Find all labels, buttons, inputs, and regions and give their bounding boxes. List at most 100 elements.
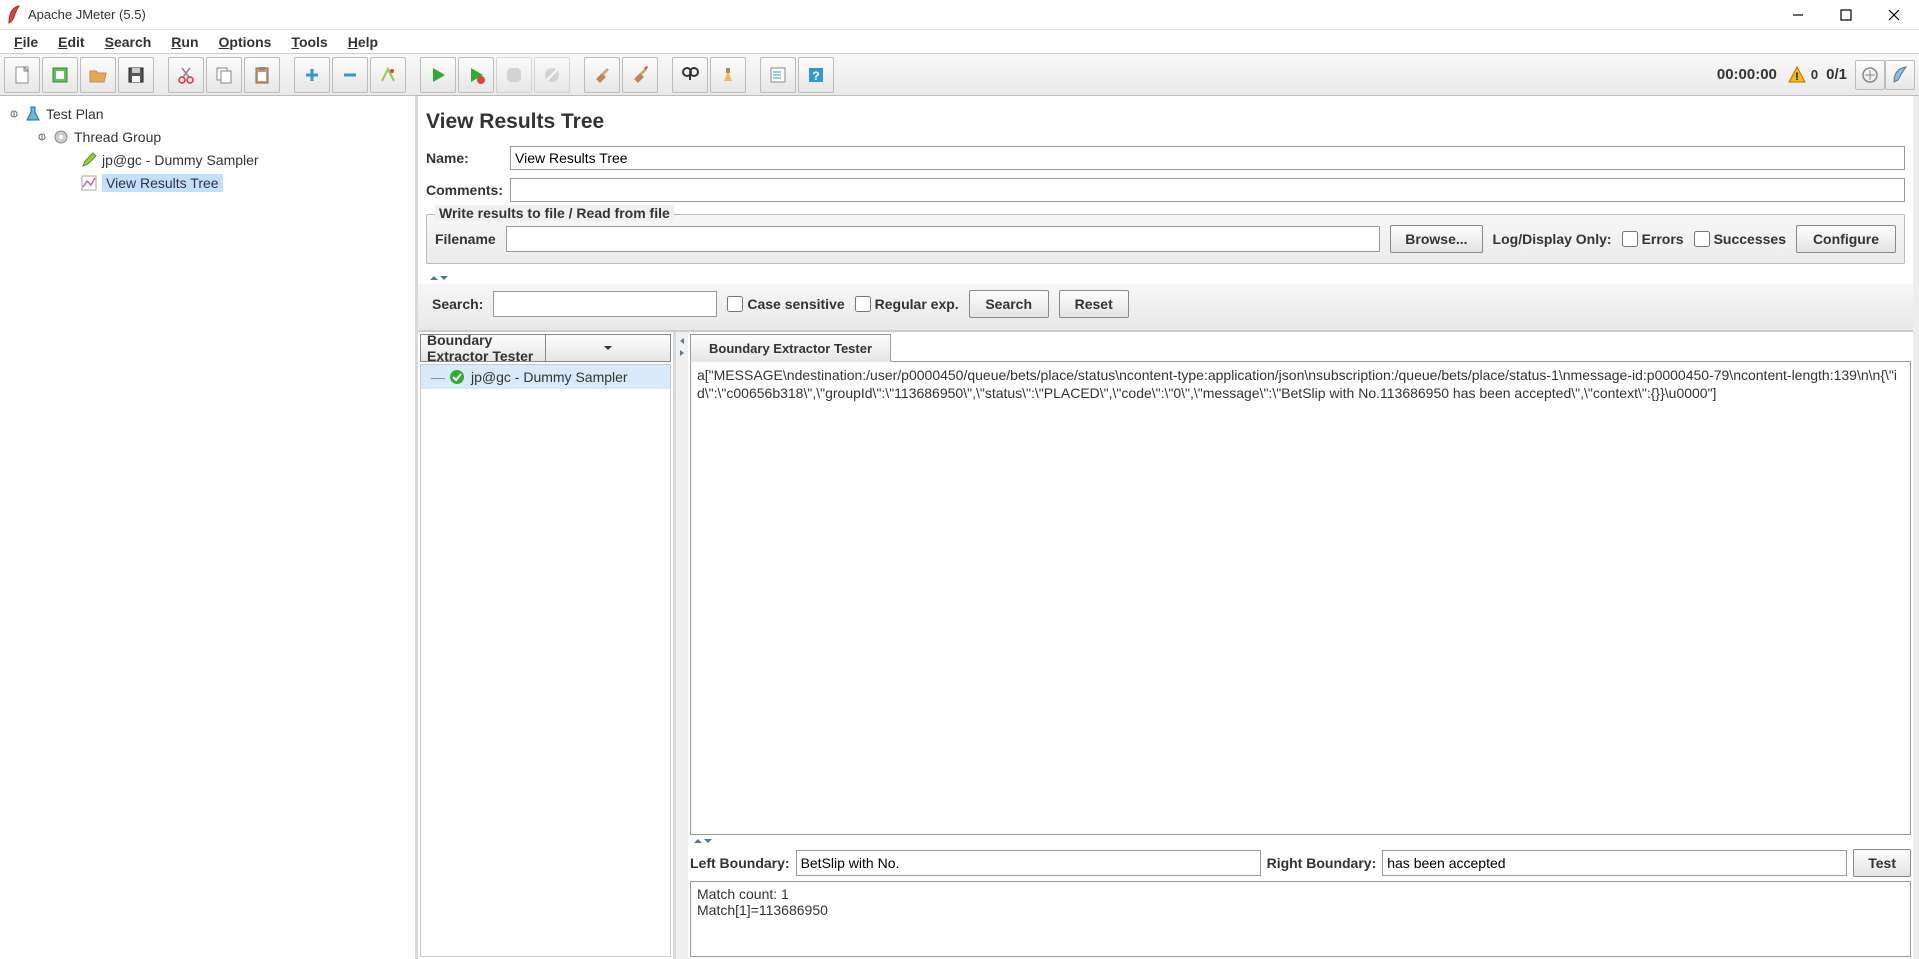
tree-toggle-icon[interactable] bbox=[36, 131, 48, 143]
success-icon bbox=[449, 369, 465, 385]
templates-button[interactable] bbox=[42, 57, 78, 93]
tree-view-results[interactable]: View Results Tree bbox=[4, 171, 411, 194]
tree-test-plan[interactable]: Test Plan bbox=[4, 102, 411, 125]
results-tree[interactable]: — jp@gc - Dummy Sampler bbox=[420, 364, 671, 957]
pencil-icon bbox=[80, 151, 98, 169]
right-panel: View Results Tree Name: Comments: Write … bbox=[418, 96, 1919, 959]
tree-label: Thread Group bbox=[74, 129, 161, 145]
renderer-combo[interactable]: Boundary Extractor Tester bbox=[420, 334, 671, 362]
window-buttons bbox=[1783, 5, 1909, 25]
match-output[interactable]: Match count: 1 Match[1]=113686950 bbox=[690, 881, 1911, 957]
menu-help[interactable]: Help bbox=[338, 32, 388, 52]
fieldset-legend: Write results to file / Read from file bbox=[435, 205, 674, 221]
paste-button[interactable] bbox=[244, 57, 280, 93]
app-icon bbox=[6, 5, 22, 25]
response-body[interactable]: a["MESSAGE\ndestination:/user/p0000450/q… bbox=[690, 361, 1911, 835]
warning-indicator[interactable]: ! 0 bbox=[1787, 65, 1818, 85]
reset-search-button[interactable] bbox=[710, 57, 746, 93]
collapse-arrows-2[interactable] bbox=[688, 835, 1913, 847]
elapsed-time: 00:00:00 bbox=[1717, 66, 1777, 83]
menu-file[interactable]: File bbox=[4, 32, 48, 52]
open-button[interactable] bbox=[80, 57, 116, 93]
window-title: Apache JMeter (5.5) bbox=[28, 7, 1783, 22]
mid-splitter[interactable] bbox=[676, 332, 688, 959]
expand-button[interactable] bbox=[294, 57, 330, 93]
results-left: Boundary Extractor Tester — jp@gc - Dumm… bbox=[418, 332, 676, 959]
reset-button[interactable]: Reset bbox=[1059, 290, 1129, 318]
toggle-button[interactable] bbox=[370, 57, 406, 93]
tree-thread-group[interactable]: Thread Group bbox=[4, 125, 411, 148]
result-label: jp@gc - Dummy Sampler bbox=[471, 369, 628, 385]
titlebar: Apache JMeter (5.5) bbox=[0, 0, 1919, 30]
new-button[interactable] bbox=[4, 57, 40, 93]
case-checkbox[interactable]: Case sensitive bbox=[727, 296, 844, 312]
jmeter-icon-button[interactable] bbox=[1885, 60, 1915, 90]
menu-tools[interactable]: Tools bbox=[281, 32, 337, 52]
tree-dummy-sampler[interactable]: jp@gc - Dummy Sampler bbox=[4, 148, 411, 171]
renderer-value: Boundary Extractor Tester bbox=[421, 332, 545, 364]
shutdown-button[interactable] bbox=[534, 57, 570, 93]
menubar: File Edit Search Run Options Tools Help bbox=[0, 30, 1919, 54]
clear-all-button[interactable] bbox=[622, 57, 658, 93]
search-label: Search: bbox=[432, 296, 483, 312]
stop-button[interactable] bbox=[496, 57, 532, 93]
browse-button[interactable]: Browse... bbox=[1390, 225, 1482, 253]
minimize-button[interactable] bbox=[1783, 5, 1813, 25]
toolbar: ? 00:00:00 ! 0 0/1 bbox=[0, 54, 1919, 96]
results-split: Boundary Extractor Tester — jp@gc - Dumm… bbox=[418, 331, 1913, 959]
search-tb-button[interactable] bbox=[672, 57, 708, 93]
chevron-down-icon bbox=[545, 335, 670, 361]
left-boundary-input[interactable] bbox=[796, 850, 1261, 876]
warning-icon: ! bbox=[1787, 65, 1807, 85]
cut-button[interactable] bbox=[168, 57, 204, 93]
search-button[interactable]: Search bbox=[969, 290, 1049, 318]
thread-count: 0/1 bbox=[1826, 66, 1847, 83]
comments-input[interactable] bbox=[510, 178, 1905, 202]
collapse-arrows[interactable] bbox=[418, 272, 1913, 284]
tree-label: View Results Tree bbox=[102, 174, 223, 192]
function-helper-button[interactable] bbox=[760, 57, 796, 93]
configure-button[interactable]: Configure bbox=[1796, 225, 1896, 253]
expand-tree-button[interactable] bbox=[1855, 60, 1885, 90]
regex-checkbox[interactable]: Regular exp. bbox=[855, 296, 959, 312]
tree-panel: Test Plan Thread Group jp@gc - Dummy Sam… bbox=[0, 96, 418, 959]
name-input[interactable] bbox=[510, 146, 1905, 170]
clear-button[interactable] bbox=[584, 57, 620, 93]
name-label: Name: bbox=[426, 150, 510, 166]
tree-label: jp@gc - Dummy Sampler bbox=[102, 152, 259, 168]
collapse-button[interactable] bbox=[332, 57, 368, 93]
search-row: Search: Case sensitive Regular exp. Sear… bbox=[418, 284, 1913, 331]
boundary-row: Left Boundary: Right Boundary: Test bbox=[690, 849, 1911, 877]
test-button[interactable]: Test bbox=[1853, 849, 1911, 877]
filename-input[interactable] bbox=[506, 226, 1381, 252]
menu-run[interactable]: Run bbox=[161, 32, 208, 52]
results-right: Boundary Extractor Tester a["MESSAGE\nde… bbox=[688, 332, 1913, 959]
save-button[interactable] bbox=[118, 57, 154, 93]
maximize-button[interactable] bbox=[1831, 5, 1861, 25]
right-boundary-input[interactable] bbox=[1382, 850, 1847, 876]
close-button[interactable] bbox=[1879, 5, 1909, 25]
logdisplay-label: Log/Display Only: bbox=[1493, 231, 1612, 247]
tree-label: Test Plan bbox=[46, 106, 104, 122]
copy-button[interactable] bbox=[206, 57, 242, 93]
search-input[interactable] bbox=[493, 291, 717, 317]
filename-label: Filename bbox=[435, 231, 496, 247]
chart-icon bbox=[80, 174, 98, 192]
successes-checkbox[interactable]: Successes bbox=[1694, 231, 1786, 247]
tab-boundary-extractor[interactable]: Boundary Extractor Tester bbox=[690, 334, 891, 362]
comments-label: Comments: bbox=[426, 182, 510, 198]
gear-icon bbox=[52, 128, 70, 146]
start-no-timers-button[interactable] bbox=[458, 57, 494, 93]
menu-search[interactable]: Search bbox=[95, 32, 162, 52]
svg-text:!: ! bbox=[1795, 71, 1799, 83]
help-button[interactable]: ? bbox=[798, 57, 834, 93]
tree-toggle-icon[interactable] bbox=[8, 108, 20, 120]
errors-checkbox[interactable]: Errors bbox=[1622, 231, 1684, 247]
result-sample[interactable]: — jp@gc - Dummy Sampler bbox=[421, 365, 670, 389]
menu-options[interactable]: Options bbox=[209, 32, 282, 52]
menu-edit[interactable]: Edit bbox=[48, 32, 94, 52]
file-fieldset: Write results to file / Read from file F… bbox=[426, 214, 1905, 264]
panel-title: View Results Tree bbox=[418, 96, 1913, 142]
start-button[interactable] bbox=[420, 57, 456, 93]
right-boundary-label: Right Boundary: bbox=[1267, 855, 1377, 871]
